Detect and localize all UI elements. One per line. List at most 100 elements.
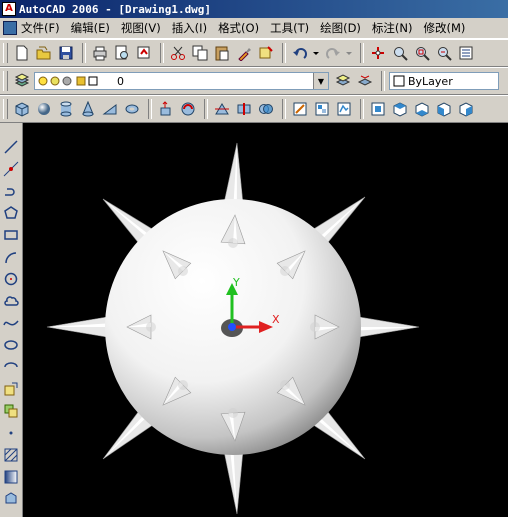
menu-modify[interactable]: 修改(M) <box>424 20 466 36</box>
cut-icon[interactable] <box>168 44 187 63</box>
toolbar-grip[interactable] <box>3 71 8 91</box>
interference-icon[interactable] <box>256 100 275 119</box>
spline-icon[interactable] <box>1 313 21 332</box>
ucs-x-label: X <box>272 313 280 326</box>
undo-dropdown[interactable] <box>312 44 320 63</box>
current-layer-name: 0 <box>117 74 124 88</box>
setup-drawing-icon[interactable] <box>290 100 309 119</box>
toolbar-separator <box>282 43 286 63</box>
menu-view[interactable]: 视图(V) <box>121 20 161 36</box>
polyline-icon[interactable] <box>1 181 21 200</box>
zoom-realtime-icon[interactable] <box>390 44 409 63</box>
circle-icon[interactable] <box>1 269 21 288</box>
spike-base-0 <box>228 238 238 248</box>
make-current-layer-icon[interactable] <box>333 72 352 91</box>
right-view-icon[interactable] <box>456 100 475 119</box>
menu-bar: 文件(F) 编辑(E) 视图(V) 插入(I) 格式(O) 工具(T) 绘图(D… <box>0 18 508 39</box>
ucs-origin <box>228 323 236 331</box>
standard-toolbar <box>0 39 508 67</box>
region-icon[interactable] <box>1 489 21 508</box>
publish-icon[interactable] <box>134 44 153 63</box>
block-editor-icon[interactable] <box>256 44 275 63</box>
zoom-previous-icon[interactable] <box>434 44 453 63</box>
toolbar-grip[interactable] <box>3 99 8 119</box>
toolbar-separator <box>282 99 286 119</box>
drawing-viewport[interactable]: Y X <box>23 123 508 517</box>
layer-combo[interactable]: 0 ▼ <box>34 72 329 90</box>
toolbar-grip[interactable] <box>3 43 8 63</box>
setup-profile-icon[interactable] <box>334 100 353 119</box>
ellipse-icon[interactable] <box>1 335 21 354</box>
arc-icon[interactable] <box>1 247 21 266</box>
spike-base-6 <box>178 380 188 390</box>
revolve-icon[interactable] <box>178 100 197 119</box>
torus-icon[interactable] <box>122 100 141 119</box>
section-icon[interactable] <box>234 100 253 119</box>
menu-format[interactable]: 格式(O) <box>218 20 259 36</box>
revision-cloud-icon[interactable] <box>1 291 21 310</box>
toolbar-separator <box>360 99 364 119</box>
redo-dropdown[interactable] <box>345 44 353 63</box>
spike-base-7 <box>280 380 290 390</box>
autocad-app-icon[interactable]: A <box>2 2 16 16</box>
open-icon[interactable] <box>34 44 53 63</box>
plot-icon[interactable] <box>90 44 109 63</box>
extrude-icon[interactable] <box>156 100 175 119</box>
rectangle-icon[interactable] <box>1 225 21 244</box>
cone-icon[interactable] <box>78 100 97 119</box>
copy-icon[interactable] <box>190 44 209 63</box>
paste-icon[interactable] <box>212 44 231 63</box>
spike-base-1 <box>228 408 238 418</box>
linetype-combo[interactable]: ByLayer <box>389 72 499 90</box>
plot-preview-icon[interactable] <box>112 44 131 63</box>
menu-edit[interactable]: 编辑(E) <box>71 20 110 36</box>
wedge-icon[interactable] <box>100 100 119 119</box>
solids-toolbar <box>0 95 508 123</box>
redo-icon[interactable] <box>323 44 342 63</box>
toolbar-separator <box>360 43 364 63</box>
line-icon[interactable] <box>1 137 21 156</box>
undo-icon[interactable] <box>290 44 309 63</box>
left-view-icon[interactable] <box>434 100 453 119</box>
linetype-value: ByLayer <box>408 74 453 88</box>
window-title: AutoCAD 2006 - [Drawing1.dwg] <box>19 2 212 16</box>
layer-state-icons <box>38 76 98 86</box>
slice-icon[interactable] <box>212 100 231 119</box>
cylinder-icon[interactable] <box>56 100 75 119</box>
layer-previous-icon[interactable] <box>355 72 374 91</box>
menu-tools[interactable]: 工具(T) <box>270 20 309 36</box>
properties-icon[interactable] <box>456 44 475 63</box>
construction-line-icon[interactable] <box>1 159 21 178</box>
named-views-icon[interactable] <box>368 100 387 119</box>
menu-dimension[interactable]: 标注(N) <box>372 20 413 36</box>
sphere-icon[interactable] <box>34 100 53 119</box>
gradient-icon[interactable] <box>1 467 21 486</box>
document-icon[interactable] <box>3 21 17 35</box>
spike-base-5 <box>280 266 290 276</box>
menu-file[interactable]: 文件(F) <box>21 20 60 36</box>
point-icon[interactable] <box>1 423 21 442</box>
box-icon[interactable] <box>12 100 31 119</box>
polygon-icon[interactable] <box>1 203 21 222</box>
new-icon[interactable] <box>12 44 31 63</box>
top-view-icon[interactable] <box>390 100 409 119</box>
layer-manager-icon[interactable] <box>12 72 31 91</box>
match-properties-icon[interactable] <box>234 44 253 63</box>
zoom-window-icon[interactable] <box>412 44 431 63</box>
toolbar-separator <box>381 71 385 91</box>
layers-toolbar: 0 ▼ ByLayer <box>0 67 508 95</box>
save-icon[interactable] <box>56 44 75 63</box>
title-bar: A AutoCAD 2006 - [Drawing1.dwg] <box>0 0 508 18</box>
menu-draw[interactable]: 绘图(D) <box>320 20 361 36</box>
pan-icon[interactable] <box>368 44 387 63</box>
hatch-icon[interactable] <box>1 445 21 464</box>
ucs-y-label: Y <box>232 276 240 289</box>
menu-insert[interactable]: 插入(I) <box>172 20 207 36</box>
insert-block-icon[interactable] <box>1 379 21 398</box>
bottom-view-icon[interactable] <box>412 100 431 119</box>
make-block-icon[interactable] <box>1 401 21 420</box>
color-swatch-icon <box>393 75 405 87</box>
chevron-down-icon[interactable]: ▼ <box>313 73 328 89</box>
ellipse-arc-icon[interactable] <box>1 357 21 376</box>
setup-view-icon[interactable] <box>312 100 331 119</box>
